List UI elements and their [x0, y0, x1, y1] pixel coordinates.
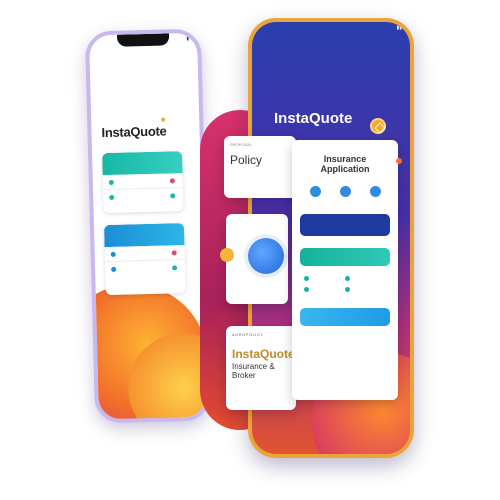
shield-icon: [369, 186, 381, 197]
status-bar: ▮: [97, 36, 189, 48]
card-row[interactable]: [103, 187, 184, 205]
car-icon: [109, 194, 115, 200]
card-row-label: [172, 265, 179, 271]
coverage-circle-card[interactable]: [220, 214, 288, 304]
app-logo: InstaQuote: [101, 123, 167, 141]
card-row-label: [170, 193, 177, 199]
location-icon: [345, 276, 350, 281]
card-header: [102, 151, 183, 176]
check-icon: [304, 287, 309, 292]
policy-card[interactable]: PROPOSAL Policy: [224, 136, 296, 198]
detail-grid: [300, 287, 390, 292]
logo-accent-dot: [161, 117, 166, 122]
doc-icon: [110, 252, 116, 258]
submit-button[interactable]: [300, 308, 390, 326]
option-icon-row: [300, 186, 390, 200]
quote-card-bottom[interactable]: [103, 223, 186, 296]
user-icon: [111, 266, 117, 272]
detail-item[interactable]: [304, 287, 345, 292]
brand-card[interactable]: AGROPOLICY InstaQuote Insurance & Broker: [226, 326, 296, 410]
card-header: [103, 223, 185, 248]
diamond-badge-icon[interactable]: [370, 118, 386, 134]
brand-subtitle: Insurance & Broker: [232, 362, 275, 380]
option-item[interactable]: [360, 186, 390, 200]
left-phone-screen: ▮ InstaQuote: [88, 32, 208, 420]
status-bar: ▮▮: [260, 25, 402, 35]
shield-icon: [108, 180, 114, 186]
application-title: Insurance Application: [320, 154, 370, 174]
hero-title: InstaQuote: [274, 110, 353, 127]
heart-icon: [171, 250, 177, 256]
card-row-label: [169, 178, 177, 184]
battery-icon: ▮: [186, 35, 190, 42]
option-item[interactable]: [300, 186, 330, 200]
detail-grid: [300, 276, 390, 281]
plus-icon: [172, 265, 178, 271]
card-row-label: [111, 266, 118, 272]
get-quote-button[interactable]: [300, 214, 390, 236]
card-row-label: [110, 252, 118, 258]
left-phone: ▮ InstaQuote: [84, 28, 212, 424]
card-row-label: [108, 180, 116, 186]
notification-dot: [396, 158, 402, 164]
card-row-label: [171, 250, 179, 256]
detail-item[interactable]: [345, 276, 386, 281]
card-row-label: [109, 194, 116, 200]
option-item[interactable]: [330, 186, 360, 200]
coverage-ring[interactable]: [248, 238, 284, 274]
signal-icon: ▮▮: [396, 25, 402, 31]
brand-tag: AGROPOLICY: [232, 332, 264, 337]
home-icon: [339, 186, 351, 197]
detail-item[interactable]: [345, 287, 386, 292]
quote-card-top[interactable]: [102, 151, 184, 214]
policy-title: Policy: [230, 153, 263, 167]
insurance-application-card[interactable]: Insurance Application: [292, 140, 402, 400]
continue-button[interactable]: [300, 248, 390, 266]
home-icon: [170, 193, 176, 199]
location-icon: [304, 276, 309, 281]
car-icon: [309, 186, 321, 197]
decor-dot: [220, 248, 234, 262]
check-icon: [345, 287, 350, 292]
card-row[interactable]: [104, 259, 186, 277]
heart-icon: [169, 178, 175, 184]
brand-logo: InstaQuote: [232, 347, 295, 361]
policy-tag: PROPOSAL: [230, 142, 253, 147]
detail-item[interactable]: [304, 276, 345, 281]
